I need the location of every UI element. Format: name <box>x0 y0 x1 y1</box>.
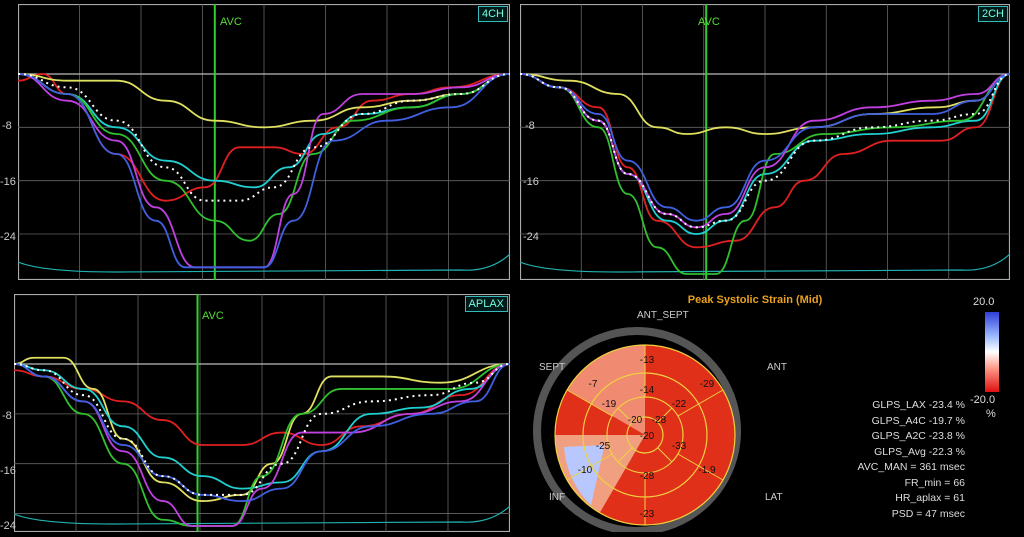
segment-value-12: -1.9 <box>698 465 716 476</box>
segment-value-13: -23 <box>640 509 655 520</box>
stat-glps-avg: GLPS_Avg -22.3 % <box>874 445 965 458</box>
wall-label-ant: ANT <box>767 362 787 373</box>
avc-label-2ch: AVC <box>698 16 720 28</box>
strain-stats: GLPS_LAX -23.4 % GLPS_A4C -19.7 % GLPS_A… <box>815 398 965 522</box>
ytick-4ch-16: -16 <box>0 176 16 188</box>
segment-value-9: -33 <box>672 441 687 452</box>
stat-fr-min: FR_min = 66 <box>904 476 965 489</box>
bullseye-panel: Peak Systolic Strain (Mid) -13 -7 -29 -14 -2… <box>515 290 1024 535</box>
segment-value-3: -14 <box>640 385 655 396</box>
colorbar-min: -20.0 <box>970 394 996 406</box>
colorbar-max: 20.0 <box>973 296 995 308</box>
segment-value-10: -25 <box>596 441 611 452</box>
colorbar <box>985 312 999 392</box>
view-tag-4ch[interactable]: 4CH <box>477 6 508 22</box>
strain-chart-4ch: 4CH AVC <box>18 4 510 280</box>
segment-value-4: -22 <box>672 399 687 410</box>
wall-label-lat: LAT <box>765 492 783 503</box>
strain-chart-aplax: APLAX AVC <box>14 294 510 532</box>
view-tag-2ch[interactable]: 2CH <box>977 6 1008 22</box>
stat-hr-aplax: HR_aplax = 61 <box>895 492 965 504</box>
stat-psd: PSD = 47 msec <box>891 507 965 520</box>
ytick-2ch-8: -8 <box>525 120 535 132</box>
segment-value-5: -19 <box>602 399 617 410</box>
segment-value-6: -20 <box>628 415 643 426</box>
segment-value-7: -28 <box>652 415 667 426</box>
ytick-4ch-24: -24 <box>0 231 16 243</box>
view-tag-aplax[interactable]: APLAX <box>464 296 508 312</box>
ytick-4ch-8: -8 <box>2 120 12 132</box>
ytick-aplax-16: -16 <box>0 465 16 477</box>
stat-avc-man: AVC_MAN = 361 msec <box>857 461 965 473</box>
ytick-aplax-8: -8 <box>2 410 12 422</box>
avc-label-aplax: AVC <box>202 310 224 322</box>
wall-label-ant-sept: ANT_SEPT <box>637 310 689 321</box>
segment-value-14: -20 <box>640 431 655 442</box>
strain-plot-aplax <box>14 294 510 532</box>
ytick-2ch-24: -24 <box>523 231 539 243</box>
segment-value-0: -13 <box>640 355 655 366</box>
segment-value-2: -29 <box>700 379 715 390</box>
avc-label-4ch: AVC <box>220 16 242 28</box>
strain-plot-4ch <box>18 4 510 280</box>
ytick-aplax-24: -24 <box>0 520 16 532</box>
stat-glps-a2c: GLPS_A2C -23.8 % <box>871 430 965 442</box>
strain-chart-2ch: 2CH AVC <box>520 4 1010 280</box>
stat-glps-lax: GLPS_LAX -23.4 % <box>872 399 965 411</box>
colorbar-unit: % <box>986 408 996 420</box>
ytick-2ch-16: -16 <box>523 176 539 188</box>
segment-value-8: -10 <box>578 465 593 476</box>
strain-plot-2ch <box>520 4 1010 280</box>
bullseye-title: Peak Systolic Strain (Mid) <box>687 294 823 306</box>
wall-label-inf: INF <box>549 492 566 503</box>
segment-value-1: -7 <box>589 379 598 390</box>
stat-glps-a4c: GLPS_A4C -19.7 % <box>871 414 965 427</box>
wall-label-sept: SEPT <box>539 362 566 373</box>
segment-value-11: -28 <box>640 471 655 482</box>
